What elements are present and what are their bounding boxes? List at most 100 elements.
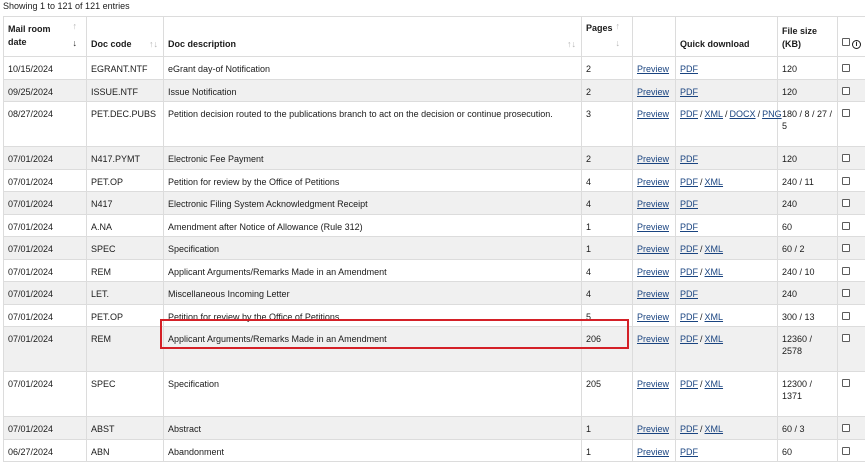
doc-code-cell: REM xyxy=(87,259,164,282)
doc-code-cell: N417 xyxy=(87,192,164,215)
doc-code-cell: LET. xyxy=(87,282,164,305)
download-pdf-link[interactable]: PDF xyxy=(680,267,698,277)
download-pdf-link[interactable]: PDF xyxy=(680,222,698,232)
download-xml-link[interactable]: XML xyxy=(705,334,724,344)
download-xml-link[interactable]: XML xyxy=(705,312,724,322)
pages-cell: 4 xyxy=(582,259,633,282)
quick-download-cell: PDF/XML xyxy=(676,372,778,417)
download-pdf-link[interactable]: PDF xyxy=(680,244,698,254)
preview-link[interactable]: Preview xyxy=(637,64,669,74)
download-docx-link[interactable]: DOCX xyxy=(730,109,756,119)
preview-cell: Preview xyxy=(633,439,676,462)
file-size-cell: 60 xyxy=(778,439,838,462)
row-select-checkbox[interactable] xyxy=(842,199,850,207)
row-select-checkbox[interactable] xyxy=(842,64,850,72)
download-xml-link[interactable]: XML xyxy=(705,424,724,434)
pages-cell: 2 xyxy=(582,147,633,170)
file-size-cell: 120 xyxy=(778,57,838,80)
download-png-link[interactable]: PNG xyxy=(762,109,782,119)
download-pdf-link[interactable]: PDF xyxy=(680,64,698,74)
download-pdf-link[interactable]: PDF xyxy=(680,199,698,209)
preview-link[interactable]: Preview xyxy=(637,447,669,457)
preview-link[interactable]: Preview xyxy=(637,289,669,299)
mail-room-date-cell: 07/01/2024 xyxy=(4,259,87,282)
download-pdf-link[interactable]: PDF xyxy=(680,154,698,164)
row-select-checkbox[interactable] xyxy=(842,334,850,342)
preview-link[interactable]: Preview xyxy=(637,267,669,277)
doc-description-cell: Electronic Filing System Acknowledgment … xyxy=(164,192,582,215)
download-pdf-link[interactable]: PDF xyxy=(680,177,698,187)
select-cell xyxy=(838,327,865,372)
row-select-checkbox[interactable] xyxy=(842,154,850,162)
doc-description-cell: Petition for review by the Office of Pet… xyxy=(164,169,582,192)
preview-link[interactable]: Preview xyxy=(637,87,669,97)
doc-code-cell: PET.OP xyxy=(87,169,164,192)
download-pdf-link[interactable]: PDF xyxy=(680,447,698,457)
select-cell xyxy=(838,417,865,440)
col-doc-code[interactable]: Doc code ↑↓ xyxy=(87,17,164,57)
preview-cell: Preview xyxy=(633,372,676,417)
download-pdf-link[interactable]: PDF xyxy=(680,424,698,434)
download-pdf-link[interactable]: PDF xyxy=(680,334,698,344)
row-select-checkbox[interactable] xyxy=(842,267,850,275)
quick-download-cell: PDF xyxy=(676,147,778,170)
file-size-cell: 240 xyxy=(778,282,838,305)
row-select-checkbox[interactable] xyxy=(842,447,850,455)
download-xml-link[interactable]: XML xyxy=(705,267,724,277)
doc-code-cell: REM xyxy=(87,327,164,372)
doc-description-cell: Abstract xyxy=(164,417,582,440)
preview-link[interactable]: Preview xyxy=(637,177,669,187)
download-pdf-link[interactable]: PDF xyxy=(680,312,698,322)
pages-cell: 4 xyxy=(582,282,633,305)
quick-download-cell: PDF xyxy=(676,214,778,237)
row-select-checkbox[interactable] xyxy=(842,222,850,230)
preview-link[interactable]: Preview xyxy=(637,244,669,254)
mail-room-date-cell: 07/01/2024 xyxy=(4,327,87,372)
download-pdf-link[interactable]: PDF xyxy=(680,289,698,299)
row-select-checkbox[interactable] xyxy=(842,424,850,432)
download-pdf-link[interactable]: PDF xyxy=(680,379,698,389)
select-cell xyxy=(838,259,865,282)
quick-download-cell: PDF/XML xyxy=(676,237,778,260)
doc-description-cell: Petition for review by the Office of Pet… xyxy=(164,304,582,327)
row-select-checkbox[interactable] xyxy=(842,289,850,297)
info-icon[interactable]: i xyxy=(852,40,861,49)
quick-download-cell: PDF/XML xyxy=(676,417,778,440)
download-xml-link[interactable]: XML xyxy=(705,379,724,389)
download-pdf-link[interactable]: PDF xyxy=(680,87,698,97)
doc-description-cell: Amendment after Notice of Allowance (Rul… xyxy=(164,214,582,237)
download-pdf-link[interactable]: PDF xyxy=(680,109,698,119)
quick-download-cell: PDF xyxy=(676,439,778,462)
col-file-size-label: File size (KB) xyxy=(782,17,833,51)
row-select-checkbox[interactable] xyxy=(842,177,850,185)
preview-link[interactable]: Preview xyxy=(637,199,669,209)
row-select-checkbox[interactable] xyxy=(842,244,850,252)
preview-cell: Preview xyxy=(633,214,676,237)
preview-link[interactable]: Preview xyxy=(637,379,669,389)
mail-room-date-cell: 07/01/2024 xyxy=(4,282,87,305)
select-cell xyxy=(838,439,865,462)
row-select-checkbox[interactable] xyxy=(842,312,850,320)
row-select-checkbox[interactable] xyxy=(842,109,850,117)
preview-link[interactable]: Preview xyxy=(637,312,669,322)
preview-link[interactable]: Preview xyxy=(637,109,669,119)
download-xml-link[interactable]: XML xyxy=(705,109,724,119)
preview-link[interactable]: Preview xyxy=(637,334,669,344)
col-pages[interactable]: Pages ↑ ↓ xyxy=(582,17,633,57)
preview-link[interactable]: Preview xyxy=(637,424,669,434)
col-mail-room-date[interactable]: Mail room date ↑ ↓ xyxy=(4,17,87,57)
download-xml-link[interactable]: XML xyxy=(705,177,724,187)
sort-both-icon: ↑↓ xyxy=(149,39,158,49)
table-row: 07/01/2024PET.OPPetition for review by t… xyxy=(4,304,865,327)
row-select-checkbox[interactable] xyxy=(842,379,850,387)
select-all-checkbox[interactable] xyxy=(842,38,850,46)
col-doc-description[interactable]: Doc description ↑↓ xyxy=(164,17,582,57)
quick-download-cell: PDF/XML/DOCX/PNG xyxy=(676,102,778,147)
preview-cell: Preview xyxy=(633,282,676,305)
pages-cell: 2 xyxy=(582,79,633,102)
pages-cell: 206 xyxy=(582,327,633,372)
download-xml-link[interactable]: XML xyxy=(705,244,724,254)
preview-link[interactable]: Preview xyxy=(637,154,669,164)
row-select-checkbox[interactable] xyxy=(842,87,850,95)
preview-link[interactable]: Preview xyxy=(637,222,669,232)
